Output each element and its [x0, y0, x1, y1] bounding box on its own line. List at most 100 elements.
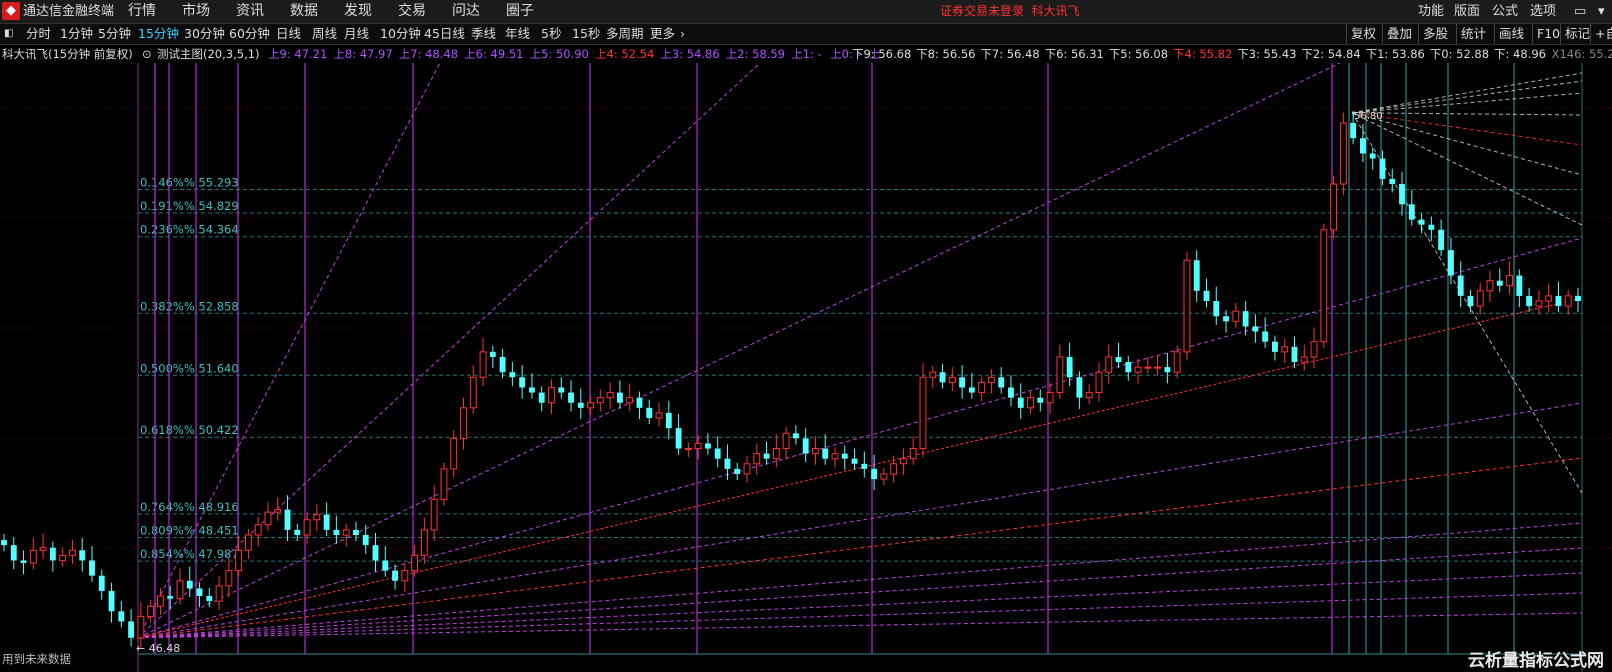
- menu-gongneng[interactable]: 功能: [1418, 0, 1444, 23]
- candle-up: [411, 554, 419, 572]
- candle-down: [636, 397, 643, 408]
- candle-up: [156, 595, 164, 607]
- candle-down: [558, 387, 565, 393]
- menu-wenda[interactable]: 问达: [452, 0, 480, 23]
- candle-down: [1213, 301, 1220, 317]
- candle-up: [1134, 366, 1142, 373]
- period-button[interactable]: 10分钟: [380, 24, 421, 44]
- toolbar-button[interactable]: 画线: [1494, 24, 1524, 44]
- candle-up: [948, 376, 956, 383]
- period-button[interactable]: 5秒: [541, 24, 561, 44]
- menu-zixun[interactable]: 资讯: [236, 0, 264, 23]
- candle-down: [79, 550, 86, 561]
- peak-label: 56.80: [1354, 111, 1383, 122]
- indicator-value: 上6: 49.51: [464, 47, 524, 61]
- candle-up: [254, 524, 262, 536]
- peak-fan-line: [1351, 112, 1583, 176]
- window-restore-icon[interactable]: ▭: [1574, 0, 1586, 23]
- candle-up: [1183, 259, 1191, 353]
- toolbar-button[interactable]: 多股: [1418, 24, 1448, 44]
- candle-down: [10, 545, 17, 561]
- menu-xuanxiang[interactable]: 选项: [1530, 0, 1556, 23]
- period-button[interactable]: 更多: [650, 24, 675, 44]
- menu-jiaoyi[interactable]: 交易: [398, 0, 426, 23]
- candle-down: [1193, 260, 1200, 291]
- chevron-down-icon[interactable]: ▾: [1598, 0, 1605, 23]
- candle-up: [401, 570, 409, 582]
- menu-faxian[interactable]: 发现: [344, 0, 372, 23]
- candle-down: [196, 588, 203, 597]
- menu-shichang[interactable]: 市场: [182, 0, 210, 23]
- toolbar-button[interactable]: 叠加: [1382, 24, 1412, 44]
- chevron-right-icon[interactable]: ›: [680, 24, 685, 44]
- trade-login-text[interactable]: 证券交易未登录: [940, 4, 1024, 18]
- candle-up: [743, 463, 751, 475]
- candle-up: [1027, 397, 1034, 409]
- candle-up: [479, 351, 487, 378]
- candle-up: [1095, 371, 1103, 394]
- candle-down: [998, 377, 1005, 388]
- period-button[interactable]: 日线: [276, 24, 301, 44]
- candle-up: [1320, 229, 1328, 343]
- period-button[interactable]: 周线: [312, 24, 337, 44]
- panel-toggle-icon[interactable]: ◧: [4, 24, 13, 44]
- candle-up: [978, 381, 986, 394]
- candle-down: [871, 468, 878, 480]
- indicator-name[interactable]: 测试主图(20,3,5,1): [157, 45, 260, 63]
- candle-up: [909, 448, 917, 460]
- menu-quanzi[interactable]: 圈子: [506, 0, 534, 23]
- candle-down: [89, 560, 95, 576]
- period-button[interactable]: 45日线: [424, 24, 465, 44]
- chevron-down-icon[interactable]: ⊙: [142, 45, 152, 63]
- toolbar-button[interactable]: 统计: [1456, 24, 1486, 44]
- period-button[interactable]: 多周期: [606, 24, 644, 44]
- candle-up: [1232, 310, 1240, 322]
- indicator-value: 下4: 55.82: [1173, 47, 1233, 61]
- candle-down: [724, 458, 731, 469]
- toolbar-button[interactable]: +自: [1590, 24, 1612, 44]
- period-button[interactable]: 60分钟: [229, 24, 270, 44]
- peak-fan-line: [1351, 112, 1583, 146]
- candle-up: [215, 585, 223, 602]
- candle-up: [1154, 366, 1162, 369]
- candle-down: [1379, 158, 1386, 179]
- period-button[interactable]: 15秒: [572, 24, 600, 44]
- candle-down: [392, 570, 398, 581]
- menu-gongshi[interactable]: 公式: [1492, 0, 1518, 23]
- indicator-value: X146: 55.29: [1551, 47, 1612, 61]
- app-logo-icon: ◆: [2, 2, 20, 20]
- candle-down: [372, 545, 379, 561]
- candle-down: [1447, 250, 1454, 276]
- period-button[interactable]: 30分钟: [184, 24, 225, 44]
- menu-banmian[interactable]: 版面: [1454, 0, 1480, 23]
- period-button[interactable]: 年线: [505, 24, 530, 44]
- period-button[interactable]: 5分钟: [98, 24, 131, 44]
- period-button[interactable]: 月线: [344, 24, 369, 44]
- candle-up: [1310, 341, 1318, 358]
- candle-down: [939, 372, 946, 383]
- period-button[interactable]: 1分钟: [60, 24, 93, 44]
- candle-up: [1486, 280, 1494, 292]
- candle-down: [714, 448, 721, 459]
- candle-up: [587, 402, 595, 409]
- period-button[interactable]: 分时: [26, 24, 51, 44]
- menu-shuju[interactable]: 数据: [290, 0, 318, 23]
- period-button[interactable]: 季线: [471, 24, 496, 44]
- candle-up: [919, 376, 927, 450]
- trade-login-notice[interactable]: 证券交易未登录 科大讯飞: [940, 0, 1080, 23]
- toolbar-button[interactable]: 复权: [1346, 24, 1376, 44]
- candle-down: [734, 468, 741, 474]
- toolbar-button[interactable]: F10: [1532, 24, 1560, 44]
- period-button[interactable]: 15分钟: [138, 24, 179, 44]
- kline-chart[interactable]: 0.146%% 55.2930.191%% 54.8290.236%% 54.3…: [0, 63, 1612, 672]
- indicator-value: 下3: 55.43: [1237, 47, 1297, 61]
- candle-down: [802, 438, 809, 454]
- menu-hangqing[interactable]: 行情: [128, 0, 156, 23]
- candle-up: [890, 463, 898, 475]
- candle-down: [1242, 311, 1249, 327]
- candle-down: [294, 529, 301, 535]
- candle-up: [1281, 346, 1289, 353]
- candle-down: [704, 443, 711, 449]
- toolbar-button[interactable]: 标记: [1560, 24, 1590, 44]
- indicator-value: 下0: 52.88: [1429, 47, 1490, 61]
